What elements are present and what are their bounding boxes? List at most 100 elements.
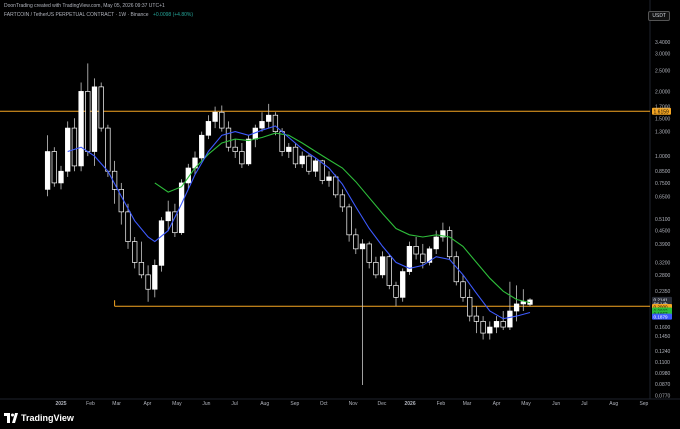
y-tick-label: 2.5000 [655,69,671,75]
candle-up [65,127,71,172]
candle-up [205,121,212,136]
y-tick-label: 1.3000 [655,130,671,136]
candle-up [152,265,158,290]
price-labels: 0.21416d 14h0.20000.20830.19570.1879 [652,296,672,320]
brand-name: TradingView [21,413,74,423]
price-axis[interactable]: 3.4000 3.0000 2.5000 2.0000 1.7000 1.5000 1.30… [655,40,671,399]
y-tick-label: 0.8500 [655,169,671,175]
candle-down [98,86,104,129]
candle-down [105,127,111,172]
candle-down [239,151,245,165]
chart-credit: DoonTrading created with TradingView.com… [4,3,165,9]
candle-down [272,114,279,132]
candle-up [299,155,305,165]
x-tick-label: Apr [493,401,501,407]
candle-down [353,234,359,250]
candle-up [78,91,84,167]
symbol-legend: FARTCOIN / TetherUS PERPETUAL CONTRACT ·… [4,12,193,18]
candle-down [413,246,419,255]
y-tick-label: 0.1100 [655,360,670,366]
y-tick-label: 0.4500 [655,229,671,235]
candle-up [359,243,366,250]
candle-up [312,160,319,172]
candle-down [132,241,138,263]
candle-down [125,211,131,242]
y-tick-label: 0.7500 [655,181,671,187]
candle-down [500,321,506,328]
x-tick-label: Mar [112,401,121,407]
x-tick-label: Aug [260,401,269,407]
candle-up [487,326,493,334]
change-value: +0.0098 (+4.80%) [152,12,193,18]
y-tick-label: 0.1240 [655,349,671,355]
time-axis[interactable]: 2025 Feb Mar Apr May Jun Jul Aug Sep Oct Nov Dec 202… [55,401,648,407]
candle-down [85,91,91,152]
candle-up [433,236,439,250]
x-tick-label: Apr [144,401,152,407]
tradingview-logo[interactable]: TradingView [4,413,74,423]
candle-up [91,86,98,152]
x-tick-label: Jun [552,401,560,407]
x-tick-label: Sep [639,401,648,407]
candle-down [225,127,232,148]
y-tick-label: 0.2350 [655,289,671,295]
x-tick-label: Mar [463,401,472,407]
y-tick-label: 0.1450 [655,334,671,340]
y-tick-label: 0.0770 [655,393,671,399]
x-tick-label: Jul [231,401,237,407]
y-tick-label: 0.1600 [655,325,671,331]
candle-down [480,321,486,334]
candle-down [138,262,145,276]
ma-slow-line [154,132,531,304]
candle-up [259,121,265,129]
candle-up [286,146,292,152]
y-tick-label: 0.0870 [655,382,671,388]
y-tick-label: 2.0000 [655,89,671,95]
candle-down [71,127,78,167]
y-tick-label: 0.0980 [655,371,671,377]
candle-down [339,194,346,208]
candle-down [420,253,426,263]
candle-down [219,111,225,129]
level-lines: 1.6159 [0,107,671,307]
x-tick-label: Dec [377,401,386,407]
x-tick-label: Nov [349,401,358,407]
candle-down [393,285,399,298]
candle-up [326,176,332,181]
y-tick-label: 0.5100 [655,217,671,223]
y-tick-label: 3.0000 [655,52,671,58]
candle-up [199,134,205,159]
candle-down [386,256,392,286]
symbol-line: FARTCOIN / TetherUS PERPETUAL CONTRACT ·… [4,12,149,18]
candle-down [145,274,151,290]
x-tick-label: Feb [437,401,446,407]
x-tick-label: Feb [86,401,95,407]
price-chart[interactable]: 1.6159 3.4000 3.0000 2.5000 2.0000 1.7000 1.5… [0,0,680,429]
price-tag-label: 0.1879 [654,314,668,319]
x-tick-label: Oct [320,401,328,407]
y-tick-label: 1.7000 [655,105,671,111]
candle-down [366,243,372,263]
y-tick-label: 0.3200 [655,260,671,266]
currency-badge[interactable]: USDT [648,11,670,21]
x-tick-label: 2026 [405,401,416,407]
candle-up [245,138,252,165]
x-tick-label: May [521,401,531,407]
candle-down [460,281,466,298]
candle-down [292,146,299,165]
candle-up [493,321,500,328]
candle-up [266,114,272,122]
candle-down [373,262,379,276]
candle-down [467,296,473,317]
candle-up [513,303,520,312]
candle-down [232,146,238,152]
candle-down [473,315,480,322]
y-tick-label: 1.5000 [655,116,671,122]
y-tick-label: 3.4000 [655,40,671,46]
x-tick-label: Sep [290,401,299,407]
candle-up [58,170,64,184]
candle-down [51,151,57,184]
candle-down [446,230,453,258]
x-tick-label: Aug [609,401,618,407]
candle-up [44,151,51,190]
